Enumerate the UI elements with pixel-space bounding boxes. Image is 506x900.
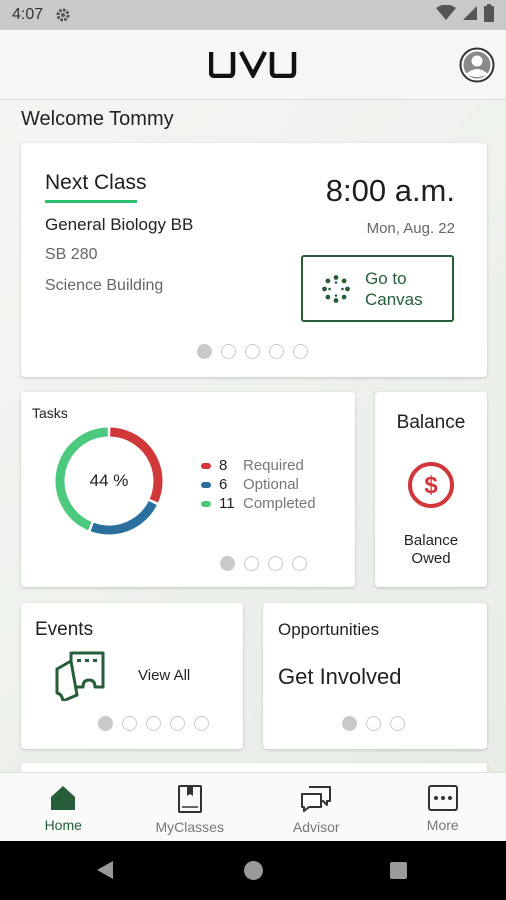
required-count: 8 [219,457,228,474]
pager-dot[interactable] [342,716,357,731]
pager-dot[interactable] [122,716,137,731]
pager-dot[interactable] [221,344,236,359]
status-indicators [436,3,494,27]
completed-count: 11 [219,495,235,512]
tab-more-label: More [426,817,459,833]
pager-dot[interactable] [220,556,235,571]
profile-avatar-icon[interactable] [459,47,495,83]
next-class-pager[interactable] [197,344,308,359]
tasks-title: Tasks [32,405,68,421]
uvu-logo[interactable] [208,50,297,83]
tab-home-label: Home [44,817,82,833]
home-circle-icon[interactable] [244,861,263,880]
completed-label: Completed [243,495,316,512]
balance-title: Balance [396,412,466,433]
dollar-circle-icon: $ [407,461,455,514]
tab-advisor-label: Advisor [292,819,340,835]
tasks-legend: 8 Required 6 Optional 11 Completed [201,456,316,513]
recents-square-icon[interactable] [390,862,407,879]
optional-count: 6 [219,476,228,493]
app-header [0,30,506,100]
tab-more[interactable]: More [380,773,506,841]
balance-owed-label: Balance Owed [403,532,459,567]
balance-card[interactable]: Balance $ Balance Owed [375,392,487,587]
opportunities-pager[interactable] [342,716,405,731]
tab-myclasses-label: MyClasses [155,819,224,835]
events-card[interactable]: Events View All [21,603,243,749]
pager-dot[interactable] [293,344,308,359]
legend-item-completed: 11 Completed [201,494,316,513]
tickets-icon [51,647,111,706]
get-involved-headline: Get Involved [278,664,402,689]
view-all-link[interactable]: View All [138,667,190,684]
tasks-percent: 44 % [89,471,129,490]
tab-home[interactable]: Home [0,773,127,841]
events-title: Events [35,619,94,640]
pager-dot[interactable] [146,716,161,731]
wifi-icon [436,4,456,26]
room-number: SB 280 [45,246,98,263]
legend-item-optional: 6 Optional [201,475,316,494]
class-time: 8:00 a.m. [325,173,455,208]
pager-dot[interactable] [268,556,283,571]
chat-icon [301,786,332,812]
bottom-tab-bar: Home MyClasses Advisor More [0,772,506,841]
pager-dot[interactable] [194,716,209,731]
pager-dot[interactable] [245,344,260,359]
tasks-card[interactable]: Tasks 44 % 8 Required 6 Optional 11 Comp… [21,392,355,587]
legend-swatch-optional [201,481,211,488]
android-nav-bar [0,841,506,900]
tab-advisor[interactable]: Advisor [253,773,380,841]
pager-dot[interactable] [366,716,381,731]
book-icon [177,785,202,813]
canvas-icon [322,274,350,303]
pager-dot[interactable] [292,556,307,571]
next-class-title: Next Class [45,171,147,194]
pager-dot[interactable] [390,716,405,731]
legend-item-required: 8 Required [201,456,316,475]
tasks-pager[interactable] [220,556,307,571]
svg-text:$: $ [424,472,438,499]
optional-label: Optional [243,476,299,493]
go-to-canvas-button[interactable]: Go to Canvas [301,255,454,322]
course-name: General Biology BB [45,215,194,234]
opportunities-title: Opportunities [278,620,380,639]
welcome-message: Welcome Tommy [21,108,174,130]
back-icon[interactable] [96,860,114,885]
battery-icon [484,3,494,27]
legend-swatch-completed [201,500,211,507]
class-date: Mon, Aug. 22 [366,220,455,237]
title-underline [45,200,137,203]
status-bar: 4:07 [0,0,506,30]
home-icon [51,786,76,810]
uvu-logo-mark [208,50,297,80]
events-pager[interactable] [98,716,209,731]
pager-dot[interactable] [98,716,113,731]
next-class-card[interactable]: Next Class General Biology BB SB 280 Sci… [21,143,487,377]
pager-dot[interactable] [170,716,185,731]
legend-swatch-required [201,462,211,469]
go-to-canvas-label: Go to Canvas [365,268,423,309]
building-name: Science Building [45,277,164,294]
signal-icon [462,5,478,26]
settings-gear-icon [55,7,71,23]
opportunities-card[interactable]: Opportunities Get Involved [263,603,487,749]
tab-myclasses[interactable]: MyClasses [127,773,254,841]
more-icon [427,785,458,811]
status-time: 4:07 [12,6,44,23]
pager-dot[interactable] [244,556,259,571]
pager-dot[interactable] [269,344,284,359]
required-label: Required [243,457,304,474]
pager-dot[interactable] [197,344,212,359]
